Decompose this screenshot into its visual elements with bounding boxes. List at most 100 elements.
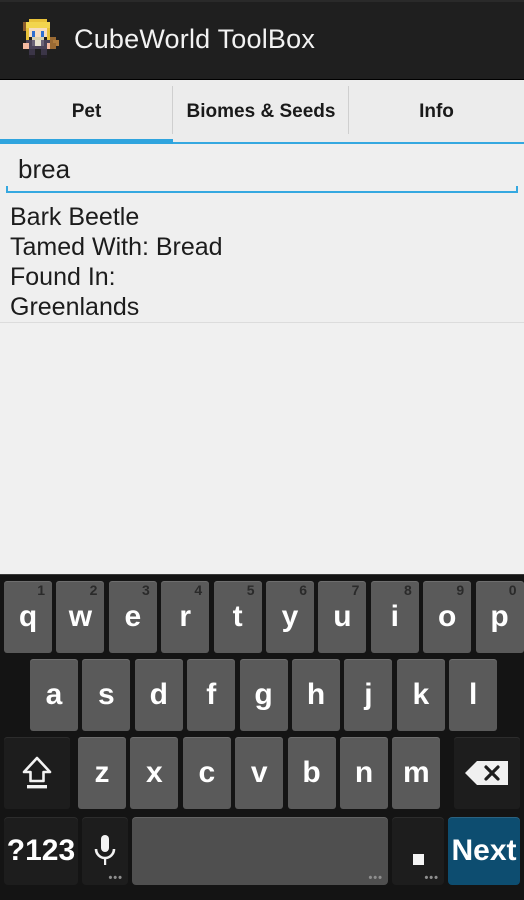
search-input-underline <box>6 186 518 193</box>
action-bar: CubeWorld ToolBox <box>0 0 524 80</box>
tab-pet[interactable]: Pet <box>0 80 173 144</box>
key-backspace[interactable] <box>454 737 520 809</box>
key-g-label: g <box>254 678 273 711</box>
key-symbols[interactable]: ?123 <box>4 817 78 885</box>
key-r[interactable]: r4 <box>161 581 210 653</box>
key-n-label: n <box>354 756 374 789</box>
key-i-number-hint: 8 <box>404 582 412 598</box>
keyboard-row-4: ?123 ••• ••• ••• Next <box>0 817 524 885</box>
key-f[interactable]: f <box>187 659 236 731</box>
key-r-number-hint: 4 <box>194 582 203 598</box>
key-y-label: y <box>281 600 299 633</box>
pet-found-in-value: Greenlands <box>10 293 140 321</box>
tab-pet-label: Pet <box>71 101 102 122</box>
key-i-label: i <box>390 600 399 633</box>
key-g[interactable]: g <box>239 659 288 731</box>
backspace-icon <box>462 758 512 788</box>
keyboard-row-3: z x c v bnm <box>0 737 524 809</box>
key-q[interactable]: q1 <box>4 581 52 653</box>
key-n[interactable]: n <box>340 737 388 809</box>
key-w-number-hint: 2 <box>89 582 98 598</box>
key-e[interactable]: e3 <box>108 581 157 653</box>
key-t-label: t <box>232 600 243 633</box>
key-c-label: c <box>198 756 216 789</box>
key-z-label: z <box>94 756 110 789</box>
key-m[interactable]: m <box>392 737 441 809</box>
keyboard-row-1: q1w2e3r4t5y6u7i8o9p0 <box>0 581 524 653</box>
key-u[interactable]: u7 <box>318 581 367 653</box>
key-enter-next[interactable]: Next <box>448 817 520 885</box>
key-v[interactable]: v <box>235 737 284 809</box>
key-q-number-hint: 1 <box>37 582 45 598</box>
search-input[interactable] <box>6 146 518 192</box>
key-a[interactable]: a <box>30 659 78 731</box>
pet-name: Bark Beetle <box>10 203 140 231</box>
key-b[interactable]: b <box>287 737 336 809</box>
search-field-container <box>0 144 524 196</box>
key-y-number-hint: 6 <box>299 582 307 598</box>
key-j-label: j <box>364 678 373 711</box>
microphone-icon <box>90 832 120 870</box>
cubeworld-character-icon <box>14 15 62 64</box>
pet-result: Bark Beetle Tamed With: Bread Found In: … <box>0 198 524 328</box>
key-z[interactable]: z <box>78 737 126 809</box>
soft-keyboard: q1w2e3r4t5y6u7i8o9p0 asdfghjkl z x c v b… <box>0 574 524 900</box>
key-p-number-hint: 0 <box>508 582 517 598</box>
key-r-label: r <box>179 600 192 633</box>
key-f-label: f <box>206 678 217 711</box>
shift-arrow-icon <box>14 750 60 796</box>
key-y[interactable]: y6 <box>266 581 314 653</box>
key-t[interactable]: t5 <box>213 581 262 653</box>
key-h-label: h <box>306 678 326 711</box>
key-t-number-hint: 5 <box>246 582 255 598</box>
key-more-dots: ••• <box>424 872 439 884</box>
page-title: CubeWorld ToolBox <box>74 24 316 54</box>
key-i[interactable]: i8 <box>370 581 419 653</box>
key-e-number-hint: 3 <box>142 582 150 598</box>
key-enter-label: Next <box>451 834 517 867</box>
key-h[interactable]: h <box>292 659 340 731</box>
key-u-label: u <box>333 600 352 633</box>
pet-found-in-label: Found In: <box>10 263 116 291</box>
content-empty-area <box>0 323 524 574</box>
key-j[interactable]: j <box>344 659 393 731</box>
key-x[interactable]: x <box>130 737 179 809</box>
key-a-label: a <box>45 678 63 711</box>
key-d[interactable]: d <box>134 659 183 731</box>
tab-info[interactable]: Info <box>349 80 524 144</box>
tab-info-label: Info <box>419 101 454 122</box>
key-o-label: o <box>438 600 457 633</box>
key-w-label: w <box>68 600 93 633</box>
key-space[interactable]: ••• <box>132 817 388 885</box>
key-symbols-label: ?123 <box>6 834 76 867</box>
key-voice-input[interactable]: ••• <box>82 817 128 885</box>
key-v-label: v <box>250 756 268 789</box>
key-o-number-hint: 9 <box>456 582 465 598</box>
key-l[interactable]: l <box>449 659 498 731</box>
period-glyph <box>412 853 424 865</box>
key-shift[interactable] <box>4 737 70 809</box>
tab-bar: Pet Biomes & Seeds Info <box>0 80 524 144</box>
key-b-label: b <box>302 756 321 789</box>
key-p-label: p <box>490 600 509 633</box>
key-more-dots: ••• <box>368 872 383 884</box>
key-p[interactable]: p0 <box>475 581 524 653</box>
key-more-dots: ••• <box>108 872 123 884</box>
key-s-label: s <box>98 678 115 711</box>
key-w[interactable]: w2 <box>56 581 105 653</box>
key-u-number-hint: 7 <box>351 582 360 598</box>
key-k[interactable]: k <box>396 659 445 731</box>
key-k-label: k <box>412 678 430 711</box>
key-d-label: d <box>149 678 168 711</box>
keyboard-row-2: a s d f gh j k l <box>0 659 524 731</box>
key-s[interactable]: s <box>82 659 131 731</box>
tab-biomes-seeds[interactable]: Biomes & Seeds <box>173 80 349 144</box>
key-e-label: e <box>124 600 142 633</box>
key-m-label: m <box>403 756 430 789</box>
key-period[interactable]: ••• <box>392 817 444 885</box>
key-l-label: l <box>469 678 478 711</box>
key-q-label: q <box>18 600 38 633</box>
key-o[interactable]: o9 <box>423 581 472 653</box>
pet-tamed-with: Tamed With: Bread <box>10 233 223 261</box>
key-c[interactable]: c <box>182 737 231 809</box>
